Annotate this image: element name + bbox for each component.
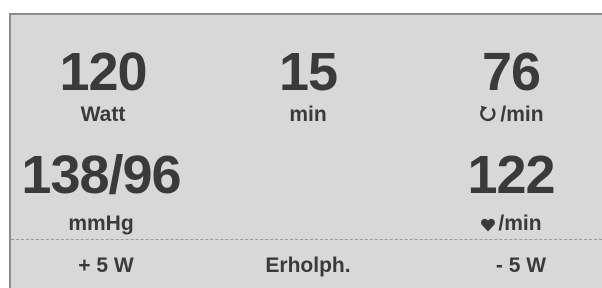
ergometer-display-panel: 120 Watt 15 min 76 /min 138/96 mmHg 122: [9, 13, 602, 288]
time-metric: 15 min: [238, 45, 378, 127]
increase-power-button[interactable]: + 5 W: [51, 251, 161, 281]
cadence-unit: /min: [500, 103, 544, 126]
blood-pressure-metric: 138/96 mmHg: [11, 148, 191, 236]
power-unit: Watt: [80, 103, 126, 126]
heart-rate-metric: 122 /min: [441, 148, 581, 239]
cadence-metric: 76 /min: [441, 45, 581, 130]
softkey-divider: [11, 239, 602, 240]
heart-rate-unit: /min: [498, 212, 542, 235]
heart-rate-value: 122: [467, 145, 555, 205]
rotation-icon: [478, 104, 498, 130]
power-value: 120: [59, 42, 147, 102]
heart-icon: [480, 215, 496, 239]
cadence-value: 76: [481, 42, 541, 102]
blood-pressure-value: 138/96: [21, 145, 181, 205]
cadence-unit-row: /min: [441, 103, 581, 130]
decrease-power-button[interactable]: - 5 W: [466, 251, 576, 281]
heart-rate-unit-row: /min: [441, 212, 581, 239]
time-unit: min: [289, 103, 327, 126]
blood-pressure-unit: mmHg: [68, 212, 134, 235]
time-value: 15: [278, 42, 338, 102]
recovery-phase-button[interactable]: Erholph.: [233, 251, 383, 281]
power-metric: 120 Watt: [33, 45, 173, 127]
